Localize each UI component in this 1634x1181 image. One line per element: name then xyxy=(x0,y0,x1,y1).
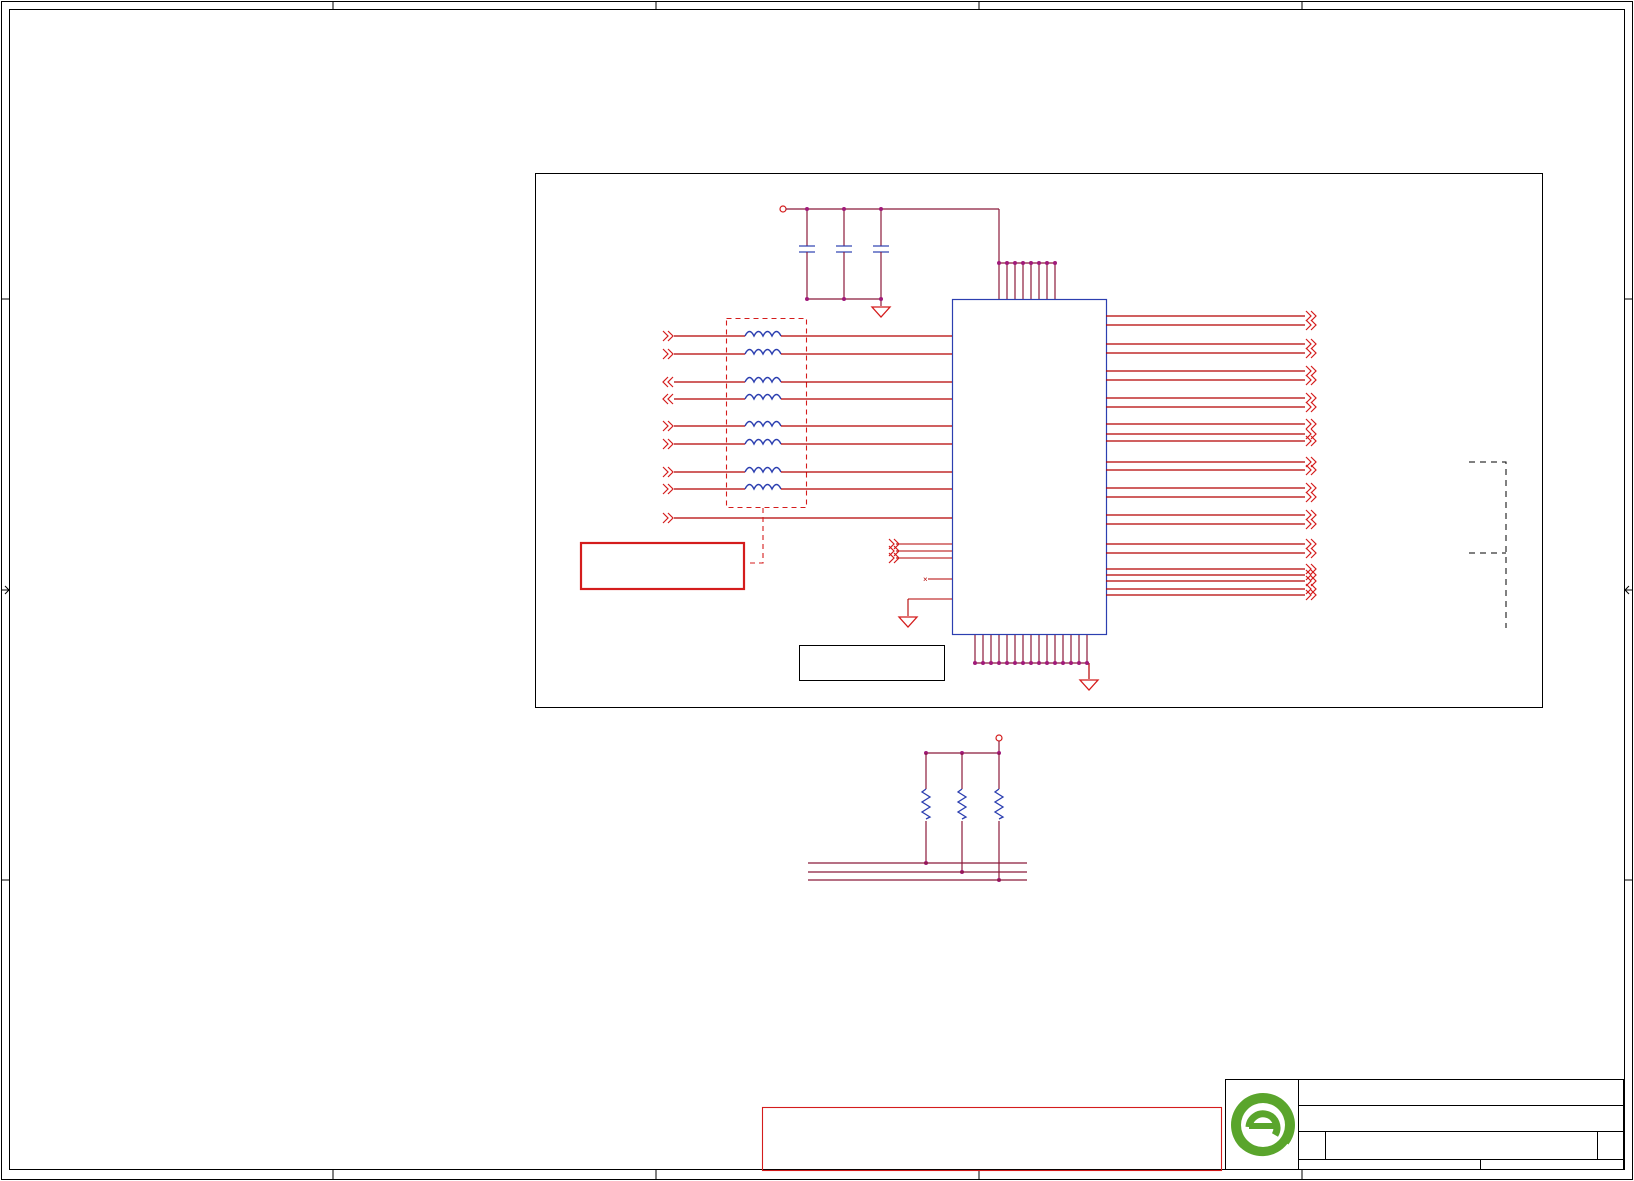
junction-dot xyxy=(1069,661,1073,665)
output-arrow xyxy=(1305,538,1317,550)
junction-dot xyxy=(1029,261,1033,265)
junction-dot xyxy=(1061,661,1065,665)
resistor-icon xyxy=(957,788,967,820)
input-arrow xyxy=(662,466,674,478)
label-box xyxy=(799,645,945,681)
output-arrow xyxy=(1305,365,1317,377)
junction-dot xyxy=(997,661,1001,665)
right-output-nets xyxy=(1106,310,1317,601)
note-leader xyxy=(746,508,764,564)
output-arrow xyxy=(1305,319,1317,331)
junction-dot xyxy=(805,297,809,301)
input-arrow xyxy=(662,420,674,432)
output-arrow xyxy=(1305,418,1317,430)
input-arrow xyxy=(662,512,674,524)
output-arrow xyxy=(1305,401,1317,413)
ground-symbol-caps xyxy=(871,306,891,318)
junction-dot xyxy=(997,261,1001,265)
input-arrow xyxy=(662,393,674,405)
input-arrow xyxy=(662,330,674,342)
company-logo-icon xyxy=(1231,1093,1295,1161)
inductor-icon xyxy=(744,438,782,445)
junction-dot xyxy=(1037,661,1041,665)
no-connect-mark: × xyxy=(923,575,928,584)
junction-dot xyxy=(981,661,985,665)
output-arrow xyxy=(1305,569,1317,581)
junction-dot xyxy=(1053,661,1057,665)
output-arrow xyxy=(1305,374,1317,386)
junction-dot xyxy=(1077,661,1081,665)
junction-dot xyxy=(1045,661,1049,665)
output-arrow xyxy=(1305,563,1317,575)
input-arrow xyxy=(662,483,674,495)
output-arrow xyxy=(1305,347,1317,359)
ground-symbol-ic xyxy=(1079,679,1099,691)
inductor-array-outline xyxy=(725,317,808,509)
junction-dot xyxy=(1045,261,1049,265)
ic-power-pins xyxy=(997,261,1057,299)
decoupling-capacitors xyxy=(799,207,889,301)
sheet-frame xyxy=(1,1,1633,1180)
output-arrow xyxy=(1305,547,1317,559)
dashed-bracket xyxy=(1469,461,1507,628)
inductor-icon xyxy=(744,348,782,355)
junction-dot xyxy=(879,297,883,301)
junction-dot xyxy=(1021,261,1025,265)
schematic-sheet: × xyxy=(0,0,1634,1181)
junction-dot xyxy=(1005,261,1009,265)
output-arrow xyxy=(1305,491,1317,503)
junction-dot xyxy=(842,207,846,211)
ic-ground-pins xyxy=(973,635,1090,679)
pullup-resistor-network xyxy=(808,734,1027,882)
output-arrow xyxy=(1305,435,1317,447)
junction-dot xyxy=(805,207,809,211)
inductor-icon xyxy=(744,376,782,383)
resistor-icon xyxy=(994,788,1004,820)
junction-dot xyxy=(1029,661,1033,665)
output-arrow xyxy=(1305,482,1317,494)
output-arrow xyxy=(1305,310,1317,322)
inductor-icon xyxy=(744,420,782,427)
junction-dot xyxy=(842,297,846,301)
junction-dot xyxy=(1053,261,1057,265)
input-arrow xyxy=(662,438,674,450)
left-input-nets xyxy=(662,330,952,524)
main-ic-body xyxy=(951,298,1108,636)
junction-dot xyxy=(1013,261,1017,265)
junction-dot xyxy=(1013,661,1017,665)
junction-dot xyxy=(973,661,977,665)
inductor-icon xyxy=(744,466,782,473)
junction-dot xyxy=(879,207,883,211)
junction-dot xyxy=(1037,261,1041,265)
zone-ticks xyxy=(1,1,1633,1180)
inductor-icon xyxy=(744,393,782,400)
disclaimer-box xyxy=(761,1106,1223,1172)
ground-symbol-ctrl xyxy=(898,616,918,628)
output-arrow xyxy=(1305,338,1317,350)
resistor-icon xyxy=(921,788,931,820)
output-arrow xyxy=(1305,392,1317,404)
input-arrow xyxy=(662,348,674,360)
junction-dot xyxy=(989,661,993,665)
junction-dot xyxy=(1005,661,1009,665)
pullup-supply-terminal xyxy=(995,734,1003,742)
circuit-block-border xyxy=(535,173,1543,708)
inductor-icon xyxy=(744,483,782,490)
output-arrow xyxy=(1305,509,1317,521)
power-rail xyxy=(779,205,1000,306)
note-box xyxy=(579,541,746,591)
inductor-icon xyxy=(744,330,782,337)
output-arrow xyxy=(1305,589,1317,601)
junction-dot xyxy=(1085,661,1089,665)
input-arrow xyxy=(662,376,674,388)
output-arrow xyxy=(1305,518,1317,530)
junction-dot xyxy=(1021,661,1025,665)
